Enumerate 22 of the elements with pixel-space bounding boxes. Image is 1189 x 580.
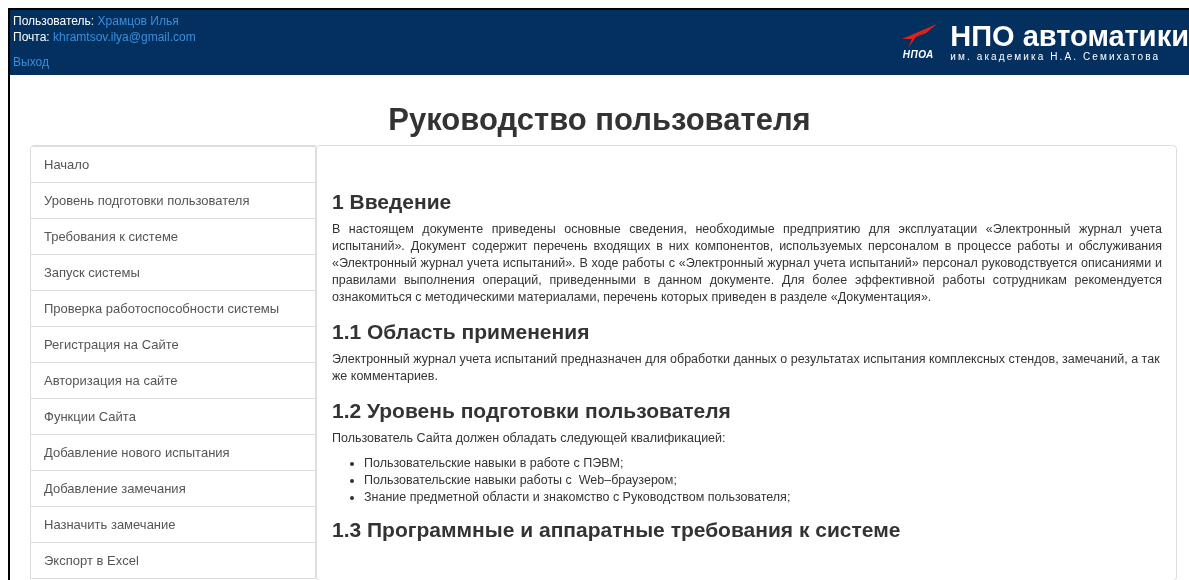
page-title: Руководство пользователя [387,101,812,138]
list-item: Пользовательские навыки в работе с ПЭВМ; [364,455,624,472]
bullet-icon [350,495,354,500]
bullet-icon [350,478,354,483]
logo-subtitle: им. академика Н.А. Семихатова [950,51,1162,62]
section-heading: 1.2 Уровень подготовки пользователя [332,399,732,423]
logout-link[interactable]: Выход [13,54,49,70]
logo-title: НПО автоматики [950,21,1189,51]
list-item: Пользовательские навыки работы с Web–браузером; [364,472,677,489]
user-name: Храмцов Илья [97,14,179,28]
bullet-icon [350,461,354,466]
section-heading: 1.3 Программные и аппаратные требования к системе [332,518,902,542]
user-label: Пользователь: [13,14,95,28]
logo-mark: НПОА [902,49,934,60]
section-heading: 1.1 Область применения [332,320,591,344]
section-heading: 1 Введение [332,190,453,214]
paragraph: В настоящем документе приведены основные сведения, необходимые предприятию для эксплуатации «Электронный журнал учета испытаний». Документ содержит перечень входящих в них компонентов, используемых персоналом в процессе работы и обслуживания «Электронный журнал учета испытаний». В ходе работы с «Электронный журнал учета испытаний» персонал руководствуется описаниями и правилами выполнения операций, приведенными в данном документе. Для более эффективной работы сотрудникам рекомендуется ознакомиться с методическими материалами, перечень которых приведен в разделе «Документация». [332,221,1162,306]
list-item: Знание предметной области и знакомство с Руководством пользователя; [364,489,791,506]
paragraph: Электронный журнал учета испытаний предназначен для обработки данных о результатах испытания комплексных стендов, замечаний, а так же комментариев. [332,351,1161,385]
mail-label: Почта: [13,30,50,44]
paragraph: Пользователь Сайта должен обладать следующей квалификацией: [332,430,727,447]
email-address: khramtsov.ilya@gmail.com [53,30,196,44]
